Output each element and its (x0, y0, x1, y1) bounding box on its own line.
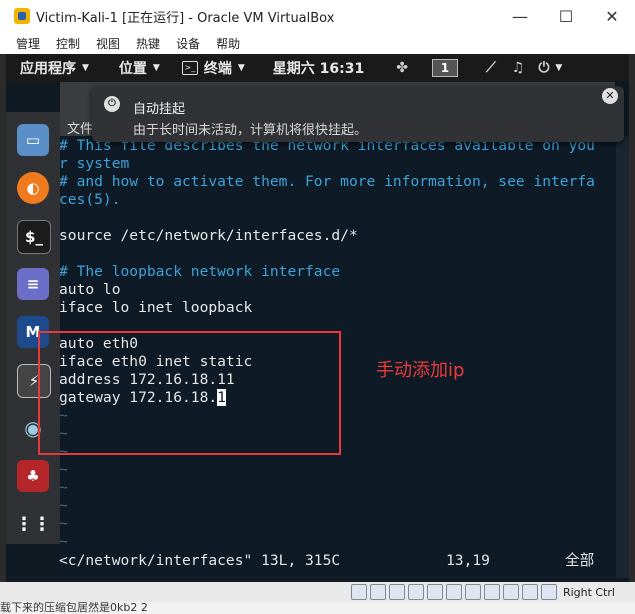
menu-control[interactable]: 控制 (56, 35, 80, 52)
app-grid-icon[interactable]: ⋮⋮ (15, 508, 51, 540)
annotation-highlight-box (38, 331, 341, 455)
annotation-label: 手动添加ip (376, 360, 465, 381)
kali-top-panel: 应用程序 ▼ 位置 ▼ >_ 终端 ▼ 星期六 16:31 ✤ 1 ⟋ ♫ ⏻ … (6, 54, 629, 82)
status-file: <c/network/interfaces" 13L, 315C (59, 552, 341, 569)
terminal-menu[interactable]: >_ 终端 ▼ (181, 58, 245, 78)
places-menu[interactable]: 位置 ▼ (119, 58, 160, 78)
vbox-menubar: 管理 控制 视图 热键 设备 帮助 (0, 32, 635, 54)
caret-down-icon: ▼ (152, 63, 160, 73)
cherrytree-icon[interactable]: ♣ (17, 460, 49, 492)
minimize-button[interactable]: — (497, 7, 543, 26)
editor-line: # and how to activate them. For more inf… (59, 173, 595, 190)
editor-line: # The loopback network interface (59, 263, 341, 280)
network-adapter-icon[interactable] (407, 584, 424, 600)
window-title: Victim-Kali-1 [正在运行] - Oracle VM Virtual… (36, 10, 335, 26)
power-icon[interactable]: ⏻ ▼ (538, 60, 562, 76)
cpu-icon[interactable] (502, 584, 519, 600)
power-off-icon: ⏻ (104, 96, 120, 112)
status-all: 全部 (565, 552, 595, 569)
editor-line: ces(5). (59, 191, 121, 208)
audio-icon[interactable] (388, 584, 405, 600)
caret-down-icon: ▼ (555, 63, 563, 73)
host-background-text: 载下来的压缩包居然是0kb2 2 (0, 602, 635, 614)
editor-line: ~ (59, 533, 68, 550)
caret-down-icon: ▼ (237, 63, 245, 73)
host-key-arrow-icon (540, 584, 557, 600)
vbox-titlebar: Victim-Kali-1 [正在运行] - Oracle VM Virtual… (0, 0, 635, 32)
terminal-icon: >_ (181, 61, 198, 75)
usb-icon[interactable] (426, 584, 443, 600)
editor-line: ~ (59, 461, 68, 478)
editor-line: auto lo (59, 281, 121, 298)
workspace-number: 1 (431, 59, 458, 77)
editor-line: r system (59, 155, 130, 172)
applications-label: 应用程序 (20, 61, 76, 77)
close-button[interactable]: ✕ (589, 7, 635, 26)
terminal-scrollbar[interactable] (616, 136, 629, 578)
caret-down-icon: ▼ (82, 63, 89, 73)
network-icon[interactable]: ⟋ (486, 60, 496, 76)
notification-close-icon[interactable]: ✕ (602, 88, 618, 104)
maximize-button[interactable]: ☐ (543, 7, 589, 26)
notes-icon[interactable]: ≡ (17, 268, 49, 300)
editor-line: iface lo inet loopback (59, 299, 253, 316)
editor-line: ~ (59, 497, 68, 514)
workspace-switcher[interactable]: 1 (431, 59, 458, 77)
clock[interactable]: 星期六 16:31 (273, 58, 364, 78)
menu-devices[interactable]: 设备 (176, 35, 200, 52)
optical-drive-icon[interactable] (369, 584, 386, 600)
notification-title: 自动挂起 (133, 102, 186, 117)
datetime: 星期六 16:31 (272, 61, 365, 77)
dock: ▭ ◐ $_ ≡ M ⚡ ◉ ♣ ⋮⋮ (6, 112, 60, 544)
host-key-label: Right Ctrl (562, 585, 615, 599)
hard-disk-icon[interactable] (350, 584, 367, 600)
editor-line: ~ (59, 479, 68, 496)
menu-hotkeys[interactable]: 热键 (136, 35, 160, 52)
people-icon[interactable]: ✤ (396, 60, 408, 76)
menu-view[interactable]: 视图 (96, 35, 120, 52)
virtualbox-icon (14, 8, 30, 24)
vim-status-line: <c/network/interfaces" 13L, 315C 13,19 全部 (59, 552, 614, 570)
mouse-integration-icon[interactable] (521, 584, 538, 600)
places-label: 位置 (118, 61, 147, 77)
notification-body: 由于长时间未活动，计算机将很快挂起。 (133, 123, 368, 138)
terminal-label: 终端 (203, 61, 232, 77)
vbox-statusbar: Right Ctrl (0, 582, 635, 602)
shared-folder-icon[interactable] (445, 584, 462, 600)
menu-manage[interactable]: 管理 (16, 35, 40, 52)
status-position: 13,19 (446, 552, 490, 569)
menu-help[interactable]: 帮助 (216, 35, 240, 52)
files-icon[interactable]: ▭ (17, 124, 49, 156)
recording-icon[interactable] (483, 584, 500, 600)
editor-line: source /etc/network/interfaces.d/* (59, 227, 358, 244)
firefox-icon[interactable]: ◐ (17, 172, 49, 204)
terminal-file-menu[interactable]: 文件 (67, 118, 93, 137)
editor-line: ~ (59, 515, 68, 532)
suspend-notification[interactable]: ⏻ 自动挂起 由于长时间未活动，计算机将很快挂起。 (92, 86, 624, 142)
applications-menu[interactable]: 应用程序 ▼ (20, 58, 89, 78)
display-icon[interactable] (464, 584, 481, 600)
terminal-app-icon[interactable]: $_ (17, 220, 51, 254)
speaker-icon[interactable]: ♫ (512, 60, 525, 76)
